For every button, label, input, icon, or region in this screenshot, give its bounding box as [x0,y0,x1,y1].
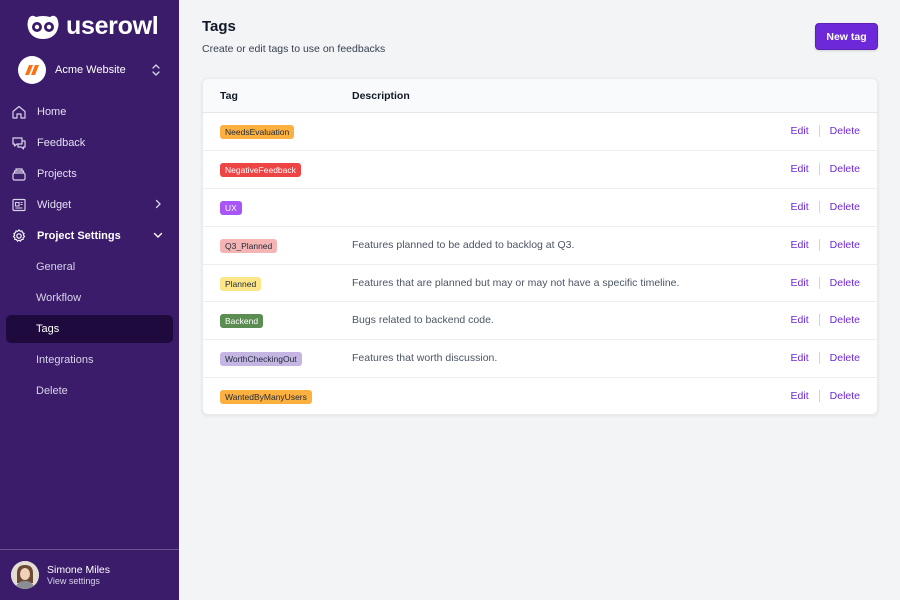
row-actions: Edit Delete [791,276,860,289]
chat-bubbles-icon [11,135,27,151]
nav-item-project-settings[interactable]: Project Settings [0,220,179,251]
action-divider [818,390,820,403]
chevron-right-icon [155,199,161,209]
action-divider [818,162,820,175]
table-body: NeedsEvaluation Edit Delete NegativeFeedbac… [203,113,877,414]
tag-description: Features planned to be added to backlog … [352,238,575,251]
sub-item-general[interactable]: General [0,251,179,282]
delete-link[interactable]: Delete [830,277,860,289]
delete-link[interactable]: Delete [830,352,860,364]
nav-label-feedback: Feedback [37,136,86,149]
action-divider [818,276,820,289]
new-tag-button[interactable]: New tag [815,23,878,50]
nav-item-feedback[interactable]: Feedback [0,127,179,158]
table-row: NeedsEvaluation Edit Delete [203,113,877,151]
delete-link[interactable]: Delete [830,239,860,251]
delete-link[interactable]: Delete [830,390,860,402]
sidebar-nav: Home Feedback Projects Widget Project Se… [0,96,179,406]
action-divider [818,200,820,213]
tag-badge: UX [220,200,242,215]
tag-badge: WorthCheckingOut [220,352,302,367]
tag-description: Features that are planned but may or may… [352,276,680,289]
table-row: Q3_Planned Features planned to be added t… [203,227,877,265]
table-row: WorthCheckingOut Features that worth disc… [203,340,877,379]
sub-item-delete[interactable]: Delete [0,375,179,406]
nav-label-home: Home [37,105,67,118]
chevron-down-icon [153,232,163,238]
action-divider [818,125,820,137]
column-header-tag: Tag [220,90,238,102]
tag-badge: Backend [220,314,264,329]
tag-description: Bugs related to backend code. [352,314,494,327]
table-row: NegativeFeedback Edit Delete [203,151,877,189]
sub-item-tags[interactable]: Tags [6,314,173,343]
owl-logo-icon [27,15,59,39]
table-row: Backend Bugs related to backend code. Edit… [203,302,877,341]
workspace-avatar [18,56,46,84]
nav-item-projects[interactable]: Projects [0,158,179,189]
delete-link[interactable]: Delete [830,125,860,137]
action-divider [818,352,820,365]
nav-item-widget[interactable]: Widget [0,189,179,220]
brand-logo[interactable]: userowl [26,12,159,41]
main-content: Tags Create or edit tags to use on feedb… [179,0,900,600]
user-profile[interactable]: Simone Miles View settings [0,549,179,600]
sub-item-workflow[interactable]: Workflow [0,282,179,313]
table-row: WantedByManyUsers Edit Delete [203,378,877,414]
tag-badge: Q3_Planned [220,238,278,253]
avatar [11,561,39,589]
tag-badge: NeedsEvaluation [220,125,295,139]
page-title: Tags [202,18,236,35]
edit-link[interactable]: Edit [791,201,809,213]
action-divider [818,314,820,327]
action-divider [818,238,820,251]
row-actions: Edit Delete [791,314,860,327]
column-header-description: Description [352,90,410,102]
gear-icon [11,228,27,244]
edit-link[interactable]: Edit [791,125,809,137]
page-subtitle: Create or edit tags to use on feedbacks [202,43,386,55]
workspace-switcher[interactable]: Acme Website [18,56,162,84]
edit-link[interactable]: Edit [791,163,809,175]
tag-badge: Planned [220,276,262,291]
delete-link[interactable]: Delete [830,163,860,175]
delete-link[interactable]: Delete [830,314,860,326]
table-row: UX Edit Delete [203,189,877,227]
tag-badge: NegativeFeedback [220,162,301,177]
stack-icon [11,166,27,182]
delete-link[interactable]: Delete [830,201,860,213]
home-icon [11,104,27,120]
edit-link[interactable]: Edit [791,390,809,402]
nav-label-projects: Projects [37,167,77,180]
tag-description: Features that worth discussion. [352,352,498,365]
row-actions: Edit Delete [791,162,860,175]
row-actions: Edit Delete [791,390,860,403]
acme-logo-icon [25,65,39,75]
nav-item-home[interactable]: Home [0,96,179,127]
edit-link[interactable]: Edit [791,314,809,326]
chevron-updown-icon [152,64,160,76]
edit-link[interactable]: Edit [791,239,809,251]
table-row: Planned Features that are planned but may… [203,265,877,303]
table-header: Tag Description [203,79,877,113]
tag-badge: WantedByManyUsers [220,390,312,405]
user-name: Simone Miles [47,563,111,576]
edit-link[interactable]: Edit [791,352,809,364]
tags-table: Tag Description NeedsEvaluation Edit Delet… [202,78,878,415]
sidebar: userowl Acme Website Home Feedback Proje… [0,0,179,600]
sub-item-integrations[interactable]: Integrations [0,344,179,375]
row-actions: Edit Delete [791,352,860,365]
newspaper-icon [11,197,27,213]
brand-name: userowl [66,12,159,40]
row-actions: Edit Delete [791,238,860,251]
edit-link[interactable]: Edit [791,277,809,289]
row-actions: Edit Delete [791,200,860,213]
row-actions: Edit Delete [791,125,860,137]
workspace-name: Acme Website [55,64,126,76]
view-settings-link[interactable]: View settings [47,576,110,586]
